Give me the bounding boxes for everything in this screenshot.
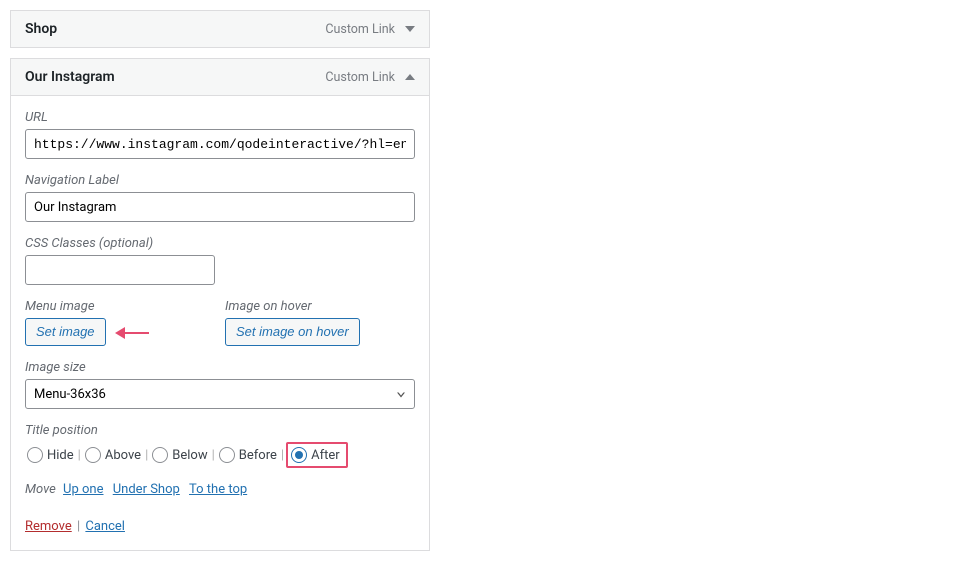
move-up-one-link[interactable]: Up one bbox=[63, 482, 103, 497]
nav-label-input[interactable] bbox=[25, 192, 415, 222]
menu-item-header-instagram[interactable]: Our Instagram Custom Link bbox=[11, 59, 429, 96]
nav-label-block: Navigation Label bbox=[25, 173, 415, 222]
cancel-link[interactable]: Cancel bbox=[85, 519, 125, 534]
menu-item-title: Shop bbox=[25, 21, 57, 37]
menu-image-label: Menu image bbox=[25, 299, 225, 314]
css-classes-block: CSS Classes (optional) bbox=[25, 236, 415, 285]
css-classes-label: CSS Classes (optional) bbox=[25, 236, 415, 251]
move-to-top-link[interactable]: To the top bbox=[189, 482, 247, 497]
radio-label: Before bbox=[239, 448, 277, 463]
move-label: Move bbox=[25, 482, 56, 497]
image-size-select[interactable]: Menu-36x36 bbox=[25, 379, 415, 409]
image-size-label: Image size bbox=[25, 360, 415, 375]
radio-checked-icon bbox=[291, 447, 307, 463]
title-pos-after[interactable]: After bbox=[289, 445, 342, 465]
radio-label: Below bbox=[172, 448, 207, 463]
nav-label: Navigation Label bbox=[25, 173, 415, 188]
remove-link[interactable]: Remove bbox=[25, 519, 72, 534]
title-pos-below[interactable]: Below bbox=[150, 445, 209, 465]
move-row: Move Up one Under Shop To the top bbox=[25, 482, 415, 497]
chevron-down-icon bbox=[405, 26, 415, 32]
radio-icon bbox=[27, 447, 43, 463]
menu-item-instagram: Our Instagram Custom Link URL Navigation… bbox=[10, 58, 430, 551]
radio-icon bbox=[219, 447, 235, 463]
title-pos-hide[interactable]: Hide bbox=[25, 445, 76, 465]
menu-item-header-shop[interactable]: Shop Custom Link bbox=[11, 11, 429, 47]
menu-item-shop: Shop Custom Link bbox=[10, 10, 430, 48]
title-pos-before[interactable]: Before bbox=[217, 445, 279, 465]
image-size-block: Image size Menu-36x36 bbox=[25, 360, 415, 409]
radio-icon bbox=[85, 447, 101, 463]
menu-item-body: URL Navigation Label CSS Classes (option… bbox=[11, 96, 429, 550]
annotation-highlight: After bbox=[286, 442, 348, 468]
menu-image-block: Menu image Set image bbox=[25, 299, 225, 346]
menu-item-title: Our Instagram bbox=[25, 69, 115, 85]
url-input[interactable] bbox=[25, 129, 415, 159]
css-classes-input[interactable] bbox=[25, 255, 215, 285]
set-hover-image-button[interactable]: Set image on hover bbox=[225, 318, 360, 346]
radio-label: After bbox=[311, 448, 340, 463]
hover-image-label: Image on hover bbox=[225, 299, 425, 314]
radio-label: Hide bbox=[47, 448, 74, 463]
arrow-left-icon bbox=[115, 326, 151, 340]
menu-item-type: Custom Link bbox=[325, 22, 395, 37]
title-position-label: Title position bbox=[25, 423, 415, 438]
action-row: Remove | Cancel bbox=[25, 519, 415, 534]
title-pos-above[interactable]: Above bbox=[83, 445, 143, 465]
chevron-up-icon bbox=[405, 74, 415, 80]
url-label: URL bbox=[25, 110, 415, 125]
radio-icon bbox=[152, 447, 168, 463]
move-under-shop-link[interactable]: Under Shop bbox=[113, 482, 180, 497]
title-position-block: Title position Hide | Above | Below | bbox=[25, 423, 415, 468]
menu-item-type: Custom Link bbox=[325, 70, 395, 85]
radio-label: Above bbox=[105, 448, 141, 463]
url-field-block: URL bbox=[25, 110, 415, 159]
set-image-button[interactable]: Set image bbox=[25, 318, 106, 346]
hover-image-block: Image on hover Set image on hover bbox=[225, 299, 425, 346]
